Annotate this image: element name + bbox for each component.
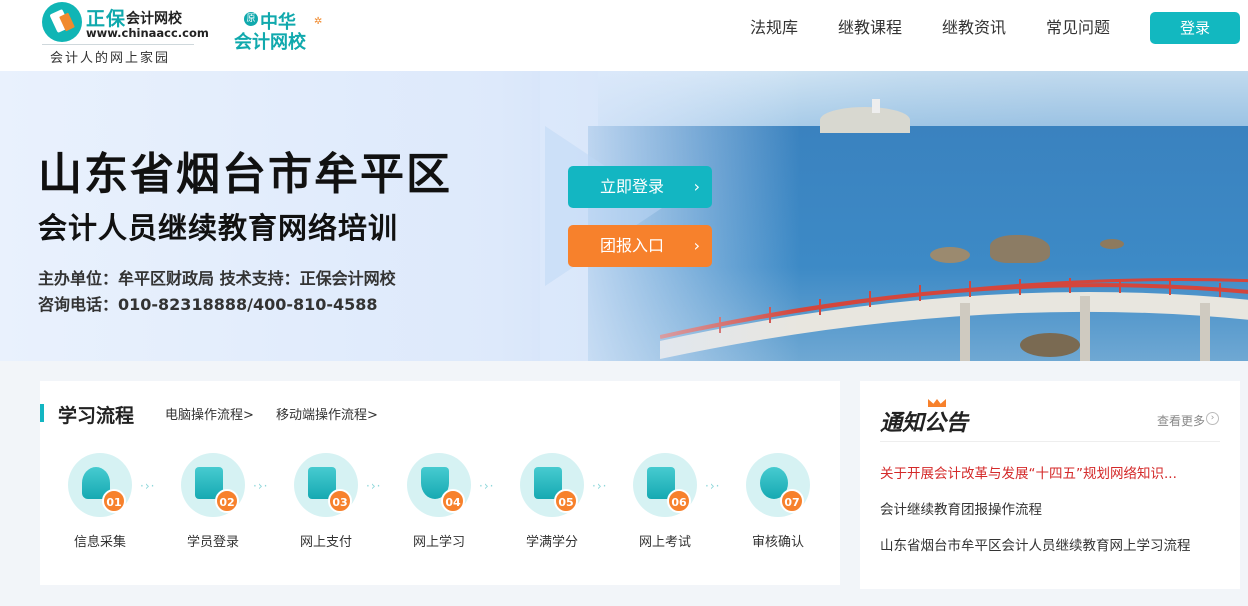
logo-url: www.chinaacc.com (86, 26, 209, 40)
section-marker (40, 404, 44, 422)
logo2-line2: 会计网校 (234, 32, 306, 53)
crown-icon (928, 399, 946, 407)
banner-organizer: 主办单位：牟平区财政局 技术支持：正保会计网校 (38, 269, 396, 288)
main-nav: 法规库 继教课程 继教资讯 常见问题 (750, 18, 1150, 38)
chevron-right-icon: › (693, 177, 700, 196)
step-label: 学员登录 (186, 535, 239, 550)
header: 正保 会计网校 www.chinaacc.com 会计人的网上家园 原 中华 会… (0, 0, 1248, 71)
logo-brand-kj: 会计网校 (126, 11, 182, 27)
step-number-badge: 05 (554, 489, 578, 513)
step-online-exam[interactable]: 06 网上考试 (625, 453, 705, 553)
chinaacc-logo[interactable]: 正保 会计网校 www.chinaacc.com 会计人的网上家园 (40, 0, 209, 68)
step-number-badge: 06 (667, 489, 691, 513)
notice-title: 通知公告 (880, 410, 969, 436)
flow-arrow-icon: ·›· (366, 479, 382, 493)
step-label: 网上支付 (299, 535, 352, 550)
flow-arrow-icon: ·›· (253, 479, 269, 493)
nav-item-regulations[interactable]: 法规库 (750, 18, 798, 38)
study-flow-panel: 学习流程 电脑操作流程> 移动端操作流程> 01 信息采集 ·›· 02 学员登… (40, 381, 840, 585)
login-now-button[interactable]: 立即登录 › (568, 166, 712, 208)
notice-divider (880, 441, 1220, 442)
logo2-badge: 原 (244, 12, 258, 26)
notice-item[interactable]: 山东省烟台市牟平区会计人员继续教育网上学习流程 (880, 534, 1210, 554)
logo-divider (42, 44, 194, 45)
step-full-credits[interactable]: 05 学满学分 (512, 453, 592, 553)
chevron-right-icon: › (693, 236, 700, 255)
step-label: 学满学分 (525, 535, 578, 550)
pc-guide-link[interactable]: 电脑操作流程> (165, 404, 254, 423)
logo-mark-icon (42, 2, 82, 42)
banner-phone: 咨询电话：010-82318888/400-810-4588 (38, 295, 378, 314)
step-info-collection[interactable]: 01 信息采集 (60, 453, 140, 553)
step-online-study[interactable]: 04 网上学习 (399, 453, 479, 553)
chevron-right-icon[interactable]: › (1206, 412, 1219, 425)
step-student-login[interactable]: 02 学员登录 (173, 453, 253, 553)
flow-arrow-icon: ·›· (140, 479, 156, 493)
login-now-label: 立即登录 (600, 177, 665, 196)
notice-item[interactable]: 会计继续教育团报操作流程 (880, 498, 1210, 518)
banner-subtitle: 会计人员继续教育网络培训 (38, 211, 399, 245)
view-more-link[interactable]: 查看更多 (1157, 412, 1205, 429)
logo-slogan: 会计人的网上家园 (50, 51, 171, 66)
step-number-badge: 03 (328, 489, 352, 513)
step-number-badge: 02 (215, 489, 239, 513)
flow-arrow-icon: ·›· (479, 479, 495, 493)
step-label: 信息采集 (73, 535, 126, 550)
nav-item-faq[interactable]: 常见问题 (1046, 18, 1110, 38)
step-number-badge: 01 (102, 489, 126, 513)
step-label: 网上学习 (412, 535, 465, 550)
logo2-star-icon: ✲ (314, 16, 323, 27)
study-flow-title: 学习流程 (58, 405, 135, 427)
flow-arrow-icon: ·›· (592, 479, 608, 493)
step-number-badge: 07 (780, 489, 804, 513)
step-number-badge: 04 (441, 489, 465, 513)
step-label: 审核确认 (751, 535, 804, 550)
nav-item-news[interactable]: 继教资讯 (942, 18, 1006, 38)
zhonghua-logo[interactable]: 原 中华 会计网校 ✲ (232, 8, 328, 58)
nav-item-courses[interactable]: 继教课程 (838, 18, 902, 38)
notice-panel: 通知公告 查看更多 › 关于开展会计改革与发展“十四五”规划网络知识... 会计… (860, 381, 1240, 589)
group-signup-button[interactable]: 团报入口 › (568, 225, 712, 267)
step-online-payment[interactable]: 03 网上支付 (286, 453, 366, 553)
group-signup-label: 团报入口 (600, 236, 665, 255)
mobile-guide-link[interactable]: 移动端操作流程> (276, 404, 378, 423)
step-review-confirm[interactable]: 07 审核确认 (738, 453, 818, 553)
banner-title: 山东省烟台市牟平区 (38, 149, 452, 200)
notice-item[interactable]: 关于开展会计改革与发展“十四五”规划网络知识... (880, 462, 1210, 482)
flow-arrow-icon: ·›· (705, 479, 721, 493)
step-label: 网上考试 (638, 535, 691, 550)
island-image (800, 99, 930, 133)
header-login-button[interactable]: 登录 (1150, 12, 1240, 44)
